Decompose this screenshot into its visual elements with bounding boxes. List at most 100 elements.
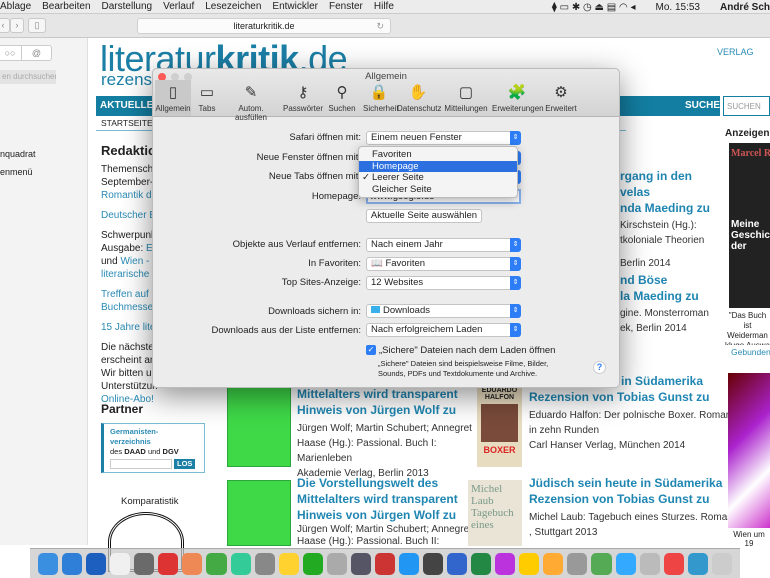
favorites-select[interactable]: 📖 Favoriten ⇕: [366, 257, 521, 271]
forward-button[interactable]: ›: [10, 18, 24, 33]
address-bar[interactable]: literaturkritik.de ↻: [137, 18, 391, 34]
dock-app-icon[interactable]: [62, 553, 83, 575]
dock-app-icon[interactable]: [206, 553, 227, 575]
article-title[interactable]: Hinweis von Jürgen Wolf zu: [297, 507, 477, 523]
article-title[interactable]: la Maeding zu: [620, 288, 720, 304]
dock-app-icon[interactable]: [639, 553, 660, 575]
dock-app-icon[interactable]: [543, 553, 564, 575]
dock-app-icon[interactable]: [567, 553, 588, 575]
dock-app-icon[interactable]: [110, 553, 131, 575]
dock-app-icon[interactable]: [519, 553, 540, 575]
ad-link[interactable]: Gebundene: [731, 347, 770, 357]
nav-verlag[interactable]: VERLAG: [717, 47, 754, 57]
laub-book-cover[interactable]: Michel Laub Tagebuch eines: [468, 480, 522, 546]
dock-app-icon[interactable]: [350, 553, 371, 575]
tab-autom-ausfüllen[interactable]: ✎ Autom. ausfüllen: [223, 82, 279, 122]
germ-link[interactable]: Germanisten-: [110, 427, 198, 437]
dock-app-icon[interactable]: [254, 553, 275, 575]
tab-mitteilungen[interactable]: ▢ Mitteilungen: [443, 82, 489, 113]
dock-app-icon[interactable]: [398, 553, 419, 575]
ad-book-cover[interactable]: Marcel R Meine Geschic der: [729, 143, 770, 308]
dock-app-icon[interactable]: [278, 553, 299, 575]
nav-suche[interactable]: SUCHE: [685, 100, 720, 111]
tab-sicherheit[interactable]: 🔒 Sicherheit: [363, 82, 399, 113]
menu-lesezeichen[interactable]: Lesezeichen: [205, 1, 261, 12]
dock-app-icon[interactable]: [374, 553, 395, 575]
back-button[interactable]: ‹: [0, 18, 10, 33]
menu-option-favoriten[interactable]: Favoriten: [359, 149, 517, 161]
ad-image[interactable]: [728, 373, 770, 528]
book-cover[interactable]: [227, 385, 291, 467]
germ-link[interactable]: verzeichnis: [110, 437, 198, 447]
nav-aktuelles[interactable]: AKTUELLES: [100, 100, 160, 111]
dock-app-icon[interactable]: [230, 553, 251, 575]
article-title[interactable]: rgang in den: [620, 168, 720, 184]
dock-app-icon[interactable]: [134, 553, 155, 575]
book-cover[interactable]: [227, 480, 291, 546]
menu-option-leerer-seite[interactable]: ✓ Leerer Seite: [359, 172, 517, 184]
dock-app-icon[interactable]: [38, 553, 59, 575]
clock[interactable]: Mo. 15:53: [656, 2, 700, 13]
dock-app-icon[interactable]: [687, 553, 708, 575]
status-icons[interactable]: ⧫ ▭ ✱ ◷ ⏏ ▤ ◠ ◂: [552, 2, 636, 13]
article-title[interactable]: Die Vorstellungswelt des: [297, 475, 477, 491]
dock-app-icon[interactable]: [495, 553, 516, 575]
article-title[interactable]: Rezension von Tobias Gunst zu: [529, 389, 719, 405]
article-title[interactable]: nd Böse: [620, 272, 720, 288]
dock-app-icon[interactable]: [711, 553, 732, 575]
article-title[interactable]: Jüdisch sein heute in Südamerika: [529, 475, 722, 491]
sidebar-item[interactable]: enmenü: [0, 167, 33, 177]
tab-datenschutz[interactable]: ✋ Datenschutz: [397, 82, 441, 113]
history-select[interactable]: Nach einem Jahr ⇕: [366, 238, 521, 252]
menu-darstellung[interactable]: Darstellung: [102, 1, 153, 12]
dock-app-icon[interactable]: [663, 553, 684, 575]
menu-hilfe[interactable]: Hilfe: [374, 1, 394, 12]
dock-app-icon[interactable]: [326, 553, 347, 575]
tab-suchen[interactable]: ⚲ Suchen: [327, 82, 357, 113]
safe-files-label[interactable]: „Sichere" Dateien nach dem Laden öffnen: [379, 345, 555, 356]
sidebar-search-input[interactable]: en durchsuchen: [0, 70, 56, 84]
breadcrumb-startseite[interactable]: STARTSEITE: [101, 118, 153, 128]
germ-search-input[interactable]: [110, 459, 172, 469]
dock-app-icon[interactable]: [182, 553, 203, 575]
dock-app-icon[interactable]: [302, 553, 323, 575]
topsites-select[interactable]: 12 Websites ⇕: [366, 276, 521, 290]
article-title[interactable]: Mittelalters wird transparent: [297, 386, 477, 402]
menu-verlauf[interactable]: Verlauf: [163, 1, 194, 12]
los-button[interactable]: LOS: [174, 459, 196, 469]
safe-files-checkbox[interactable]: ✓: [366, 345, 376, 355]
dock-app-icon[interactable]: [423, 553, 444, 575]
reading-list-icon[interactable]: ○○: [0, 46, 22, 60]
sidebar-segmented-control[interactable]: ○○ @: [0, 45, 52, 61]
tab-passwörter[interactable]: ⚷ Passwörter: [283, 82, 323, 113]
set-current-page-button[interactable]: Aktuelle Seite auswählen: [366, 209, 482, 223]
article-title[interactable]: Rezension von Tobias Gunst zu: [529, 491, 719, 507]
tab-erweiterungen[interactable]: 🧩 Erweiterungen: [492, 82, 544, 113]
site-search-input[interactable]: SUCHEN: [723, 96, 770, 116]
shared-links-icon[interactable]: @: [22, 46, 51, 60]
article-title[interactable]: Mittelalters wird transparent: [297, 491, 477, 507]
safari-open-select[interactable]: Einem neuen Fenster ⇕: [366, 131, 521, 145]
dock-app-icon[interactable]: [591, 553, 612, 575]
reload-icon[interactable]: ↻: [376, 19, 384, 33]
user-name[interactable]: André Sch: [720, 2, 770, 13]
sidebar-toggle-icon[interactable]: ▯: [28, 18, 46, 33]
menu-ablage[interactable]: Ablage: [0, 1, 31, 12]
tab-allgemein[interactable]: ▯ Allgemein: [155, 80, 191, 116]
dock-app-icon[interactable]: [615, 553, 636, 575]
tab-erweitert[interactable]: ⚙ Erweitert: [545, 82, 577, 113]
dock-app-icon[interactable]: [86, 553, 107, 575]
menu-option-gleicher-seite[interactable]: Gleicher Seite: [359, 184, 517, 196]
menu-fenster[interactable]: Fenster: [329, 1, 363, 12]
downloads-select[interactable]: Downloads ⇕: [366, 304, 521, 318]
article-title[interactable]: Hinweis von Jürgen Wolf zu: [297, 402, 477, 418]
menu-option-homepage[interactable]: Homepage: [359, 160, 517, 172]
menu-entwickler[interactable]: Entwickler: [272, 1, 318, 12]
boxer-book-cover[interactable]: EDUARDO HALFON BOXER: [477, 385, 522, 467]
tab-tabs[interactable]: ▭ Tabs: [195, 82, 219, 113]
article-title[interactable]: velas: [620, 184, 720, 200]
sidebar-item[interactable]: nquadrat: [0, 149, 36, 159]
dock-app-icon[interactable]: [447, 553, 468, 575]
dock-app-icon[interactable]: [158, 553, 179, 575]
help-button[interactable]: ?: [593, 361, 606, 374]
